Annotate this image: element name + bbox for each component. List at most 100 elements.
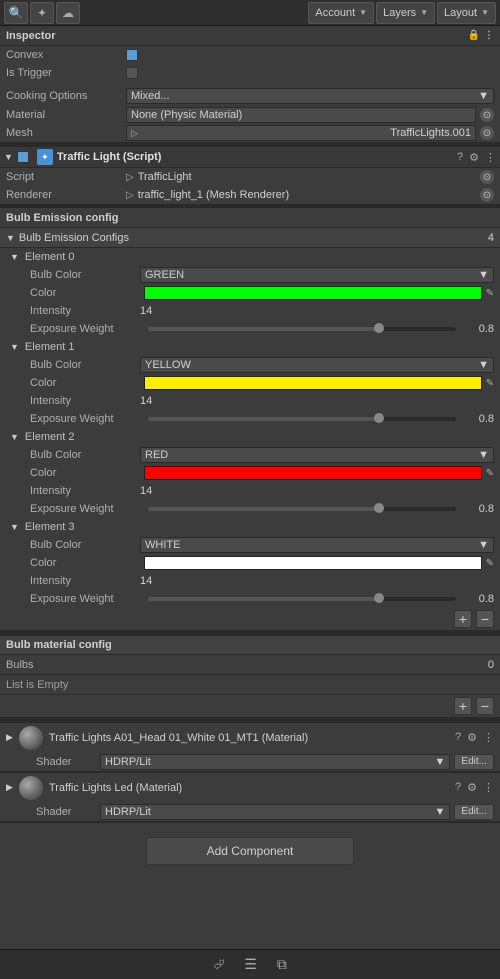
color-bar-row-2: Color ✎	[0, 464, 500, 482]
more-icon[interactable]: ⋮	[485, 151, 496, 164]
intensity-label-2: Intensity	[30, 485, 140, 497]
material-icon-1	[19, 776, 43, 800]
search-icon[interactable]: 🔍	[4, 2, 28, 24]
weight-slider-2[interactable]	[148, 507, 456, 511]
is-trigger-row: Is Trigger	[0, 64, 500, 82]
more-icon[interactable]: ⋮	[484, 30, 494, 41]
star-icon[interactable]: ✦	[30, 2, 54, 24]
color-edit-icon-1[interactable]: ✎	[486, 378, 494, 389]
weight-slider-0[interactable]	[148, 327, 456, 331]
shader-edit-btn-1[interactable]: Edit...	[454, 804, 494, 820]
weight-slider-1[interactable]	[148, 417, 456, 421]
weight-value-1: 0.8	[464, 413, 494, 425]
color-bar-row-1: Color ✎	[0, 374, 500, 392]
material-more-icon-1[interactable]: ⋮	[483, 781, 494, 794]
color-swatch-1[interactable]	[144, 376, 482, 390]
shader-dropdown-1[interactable]: HDRP/Lit ▼	[100, 804, 450, 820]
shader-label-1: Shader	[36, 806, 96, 818]
element-collapse-1[interactable]: ▼	[10, 342, 19, 352]
material-more-icon-0[interactable]: ⋮	[483, 731, 494, 744]
add-component-button[interactable]: Add Component	[146, 837, 355, 865]
material-label: Material	[6, 109, 126, 121]
intensity-value-0: 14	[140, 305, 494, 317]
bulb-emission-count: 4	[488, 232, 494, 244]
color-label-0: Color	[30, 287, 140, 299]
component-title: Traffic Light (Script)	[57, 151, 453, 163]
material-row-0: ▶ Traffic Lights A01_Head 01_White 01_MT…	[0, 722, 500, 752]
material-select-btn[interactable]: ⊙	[480, 108, 494, 122]
script-select-btn[interactable]: ⊙	[480, 170, 494, 184]
element-label-0: Element 0	[25, 251, 75, 263]
bulbs-add-btn[interactable]: +	[454, 697, 472, 715]
color-swatch-2[interactable]	[144, 466, 482, 480]
bottom-icon-2[interactable]: ☰	[244, 956, 257, 973]
bulb-color-label-1: Bulb Color	[30, 359, 140, 371]
lock-icon[interactable]: 🔒	[468, 30, 480, 41]
intensity-value-2: 14	[140, 485, 494, 497]
intensity-value-3: 14	[140, 575, 494, 587]
mesh-select-btn[interactable]: ⊙	[480, 126, 494, 140]
color-swatch-3[interactable]	[144, 556, 482, 570]
weight-slider-3[interactable]	[148, 597, 456, 601]
color-edit-icon-2[interactable]: ✎	[486, 468, 494, 479]
list-empty-label: List is Empty	[6, 679, 68, 691]
element-collapse-0[interactable]: ▼	[10, 252, 19, 262]
shader-dropdown-0[interactable]: HDRP/Lit ▼	[100, 754, 450, 770]
elements-add-btn[interactable]: +	[454, 610, 472, 628]
shader-edit-btn-0[interactable]: Edit...	[454, 754, 494, 770]
cloud-icon[interactable]: ☁	[56, 2, 80, 24]
bulb-emission-configs-label: Bulb Emission Configs	[19, 232, 129, 244]
material-help-icon-1[interactable]: ?	[455, 781, 461, 794]
bulb-color-row-2: Bulb Color RED ▼	[0, 446, 500, 464]
bulb-color-label-2: Bulb Color	[30, 449, 140, 461]
bulb-emission-configs-header: ▼ Bulb Emission Configs 4	[0, 228, 500, 248]
help-icon[interactable]: ?	[457, 151, 463, 164]
is-trigger-checkbox[interactable]	[126, 67, 138, 79]
weight-row-1: Exposure Weight 0.8	[0, 410, 500, 428]
bulbs-count: 0	[488, 659, 494, 671]
bulb-color-dropdown-2[interactable]: RED ▼	[140, 447, 494, 463]
settings-icon[interactable]: ⚙	[469, 151, 479, 164]
layers-dropdown[interactable]: Layers ▼	[376, 2, 435, 24]
bulb-color-dropdown-0[interactable]: GREEN ▼	[140, 267, 494, 283]
layout-dropdown[interactable]: Layout ▼	[437, 2, 496, 24]
bulb-color-dropdown-3[interactable]: WHITE ▼	[140, 537, 494, 553]
account-dropdown[interactable]: Account ▼	[308, 2, 374, 24]
element-collapse-3[interactable]: ▼	[10, 522, 19, 532]
element-collapse-2[interactable]: ▼	[10, 432, 19, 442]
materials-container: ▶ Traffic Lights A01_Head 01_White 01_MT…	[0, 722, 500, 822]
elements-remove-btn[interactable]: −	[476, 610, 494, 628]
inspector-title: Inspector	[6, 30, 468, 42]
element-3: ▼ Element 3 Bulb Color WHITE ▼ Color ✎ I…	[0, 518, 500, 608]
collapse-arrow[interactable]: ▼	[6, 233, 15, 243]
intensity-row-3: Intensity 14	[0, 572, 500, 590]
bulbs-remove-btn[interactable]: −	[476, 697, 494, 715]
elements-add-remove: + −	[0, 608, 500, 631]
component-enabled-checkbox[interactable]	[17, 151, 29, 163]
collapse-arrow[interactable]: ▼	[4, 152, 13, 162]
material-settings-icon-1[interactable]: ⚙	[467, 781, 477, 794]
bottom-icon-3[interactable]: ⧉	[277, 956, 287, 973]
color-edit-icon-3[interactable]: ✎	[486, 558, 494, 569]
bulb-color-dropdown-1[interactable]: YELLOW ▼	[140, 357, 494, 373]
material-settings-icon-0[interactable]: ⚙	[467, 731, 477, 744]
renderer-select-btn[interactable]: ⊙	[480, 188, 494, 202]
top-bar: 🔍 ✦ ☁ Account ▼ Layers ▼ Layout ▼	[0, 0, 500, 26]
material-dropdown[interactable]: None (Physic Material)	[126, 107, 476, 123]
material-title-0: Traffic Lights A01_Head 01_White 01_MT1 …	[49, 732, 449, 744]
mesh-dropdown[interactable]: ▷ TrafficLights.001	[126, 125, 476, 141]
bulb-color-label-3: Bulb Color	[30, 539, 140, 551]
weight-value-2: 0.8	[464, 503, 494, 515]
color-edit-icon-0[interactable]: ✎	[486, 288, 494, 299]
bulb-color-label-0: Bulb Color	[30, 269, 140, 281]
material-expand-0[interactable]: ▶	[6, 732, 13, 743]
material-help-icon-0[interactable]: ?	[455, 731, 461, 744]
material-expand-1[interactable]: ▶	[6, 782, 13, 793]
bottom-icon-1[interactable]: ⮰	[213, 956, 224, 973]
cooking-options-dropdown[interactable]: Mixed... ▼	[126, 88, 494, 104]
material-title-1: Traffic Lights Led (Material)	[49, 782, 449, 794]
weight-label-0: Exposure Weight	[30, 323, 140, 335]
intensity-row-1: Intensity 14	[0, 392, 500, 410]
convex-checkbox[interactable]	[126, 49, 138, 61]
color-swatch-0[interactable]	[144, 286, 482, 300]
